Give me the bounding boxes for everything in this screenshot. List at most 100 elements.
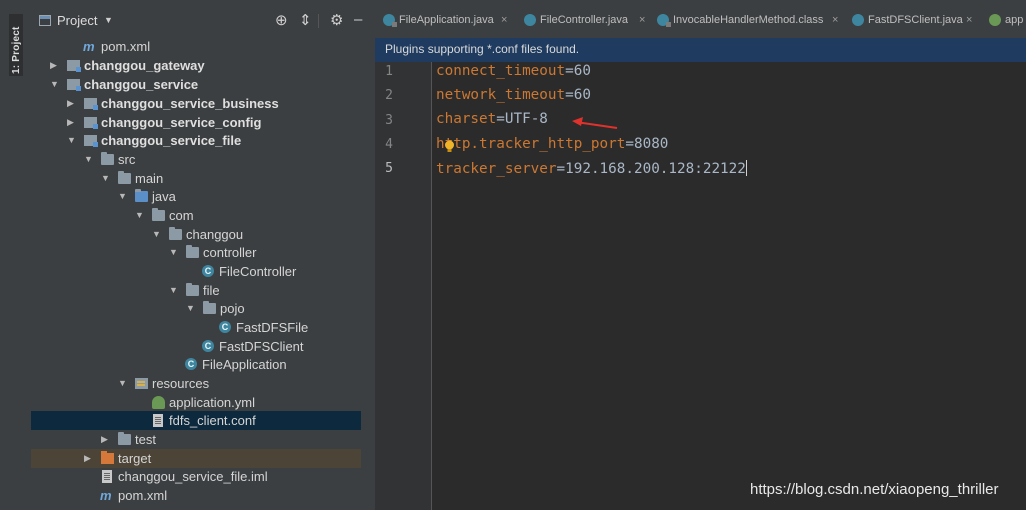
tree-item-label: test xyxy=(135,432,156,447)
collapse-arrow-icon[interactable]: ▼ xyxy=(118,187,127,206)
tree-item-main[interactable]: ▼ main xyxy=(31,169,375,188)
tree-item-changgou[interactable]: ▼ changgou xyxy=(31,225,375,244)
yml-file-icon xyxy=(152,396,165,409)
collapse-arrow-icon[interactable]: ▼ xyxy=(101,169,110,188)
project-panel-title[interactable]: Project xyxy=(57,13,97,28)
tab-fileapplication[interactable]: FileApplication.java × xyxy=(383,0,513,38)
collapse-arrow-icon[interactable]: ▼ xyxy=(118,374,127,393)
close-icon[interactable]: × xyxy=(501,0,507,40)
chevron-down-icon[interactable]: ▼ xyxy=(104,15,113,25)
property-value: UTF-8 xyxy=(504,111,548,127)
property-value: 192.168.200.128:22122 xyxy=(565,161,746,177)
tree-item-java[interactable]: ▼ java xyxy=(31,187,375,206)
collapse-all-icon[interactable]: ⇕ xyxy=(299,11,312,29)
tree-item-fdfs-client-conf[interactable]: fdfs_client.conf xyxy=(31,411,361,430)
property-key: network_timeout xyxy=(436,87,566,103)
tree-item-filecontroller[interactable]: C FileController xyxy=(31,262,375,281)
tree-item-pom-xml-2[interactable]: m pom.xml xyxy=(31,486,375,505)
class-icon xyxy=(852,14,864,26)
text-file-icon xyxy=(153,414,163,427)
collapse-arrow-icon[interactable]: ▼ xyxy=(67,131,76,150)
class-icon: C xyxy=(202,340,214,352)
tree-item-com[interactable]: ▼ com xyxy=(31,206,375,225)
property-value: 60 xyxy=(573,87,591,103)
tree-item-label: FastDFSClient xyxy=(219,339,304,354)
collapse-arrow-icon[interactable]: ▼ xyxy=(152,225,161,244)
project-tool-window-label[interactable]: 1: Project xyxy=(11,26,22,74)
expand-arrow-icon[interactable]: ▶ xyxy=(101,430,108,449)
project-view-icon xyxy=(39,15,51,26)
module-icon xyxy=(67,60,81,72)
tab-filecontroller[interactable]: FileController.java × xyxy=(524,0,652,38)
tree-item-fastdfsfile[interactable]: C FastDFSFile xyxy=(31,318,375,337)
equals-sign: = xyxy=(565,87,574,103)
code-line[interactable]: connect_timeout=60 xyxy=(436,63,591,79)
lightbulb-icon[interactable] xyxy=(444,140,455,153)
tree-item-pom-xml[interactable]: m pom.xml xyxy=(31,37,375,56)
tree-item-target[interactable]: ▶ target xyxy=(31,449,361,468)
tree-item-changgou-service-file[interactable]: ▼ changgou_service_file xyxy=(31,131,375,150)
tree-item-label: target xyxy=(118,451,152,466)
close-icon[interactable]: × xyxy=(639,0,645,40)
tab-app-truncated[interactable]: app xyxy=(989,0,1026,38)
code-line[interactable]: http.tracker_http_port=8080 xyxy=(436,136,668,152)
tab-invocablehandlermethod[interactable]: InvocableHandlerMethod.class × xyxy=(657,0,847,38)
tab-label: FastDFSClient.java xyxy=(868,14,963,26)
yml-file-icon xyxy=(989,14,1001,26)
tree-item-iml[interactable]: changgou_service_file.iml xyxy=(31,467,375,486)
tree-item-fastdfsclient[interactable]: C FastDFSClient xyxy=(31,337,375,356)
tree-item-changgou-service[interactable]: ▼ changgou_service xyxy=(31,75,375,94)
line-number: 3 xyxy=(385,113,393,128)
collapse-arrow-icon[interactable]: ▼ xyxy=(50,75,59,94)
code-line[interactable]: network_timeout=60 xyxy=(436,87,591,103)
hide-icon[interactable]: – xyxy=(354,11,362,28)
tree-item-controller[interactable]: ▼ controller xyxy=(31,243,375,262)
gear-icon[interactable]: ⚙ xyxy=(330,11,343,29)
tree-item-changgou-service-business[interactable]: ▶ changgou_service_business xyxy=(31,94,375,113)
code-line[interactable]: charset=UTF-8 xyxy=(436,111,548,127)
tree-item-label: com xyxy=(169,208,194,223)
tab-fastdfsclient[interactable]: FastDFSClient.java × xyxy=(852,0,977,38)
collapse-arrow-icon[interactable]: ▼ xyxy=(135,206,144,225)
class-icon xyxy=(524,14,536,26)
close-icon[interactable]: × xyxy=(832,0,838,40)
tree-item-label: src xyxy=(118,152,136,167)
expand-arrow-icon[interactable]: ▶ xyxy=(84,449,91,468)
project-panel: Project ▼ ⊕ ⇕ ⚙ – m pom.xml ▶ changgou_g… xyxy=(31,0,375,510)
expand-arrow-icon[interactable]: ▶ xyxy=(67,94,74,113)
tree-item-label: changgou_service_business xyxy=(101,96,279,111)
tree-item-resources[interactable]: ▼ resources xyxy=(31,374,375,393)
collapse-arrow-icon[interactable]: ▼ xyxy=(169,281,178,300)
tree-item-label: java xyxy=(152,189,176,204)
tree-item-label: changgou_gateway xyxy=(84,58,205,73)
tree-item-fileapplication[interactable]: C FileApplication xyxy=(31,355,375,374)
module-icon xyxy=(84,135,98,147)
expand-arrow-icon[interactable]: ▶ xyxy=(50,56,57,75)
tree-item-application-yml[interactable]: application.yml xyxy=(31,393,375,412)
tree-item-src[interactable]: ▼ src xyxy=(31,150,375,169)
tree-item-changgou-gateway[interactable]: ▶ changgou_gateway xyxy=(31,56,375,75)
header-divider xyxy=(318,14,319,28)
tree-item-label: changgou xyxy=(186,227,244,242)
tree-item-test[interactable]: ▶ test xyxy=(31,430,375,449)
collapse-arrow-icon[interactable]: ▼ xyxy=(169,243,178,262)
code-line[interactable]: tracker_server=192.168.200.128:22122 xyxy=(436,160,747,177)
tree-item-pojo[interactable]: ▼ pojo xyxy=(31,299,375,318)
collapse-arrow-icon[interactable]: ▼ xyxy=(84,150,93,169)
tree-item-file[interactable]: ▼ file xyxy=(31,281,375,300)
collapse-arrow-icon[interactable]: ▼ xyxy=(186,299,195,318)
source-folder-icon xyxy=(135,189,148,202)
locate-icon[interactable]: ⊕ xyxy=(275,11,288,29)
plugin-notification-bar[interactable]: Plugins supporting *.conf files found. xyxy=(375,38,1026,62)
tree-item-changgou-service-config[interactable]: ▶ changgou_service_config xyxy=(31,113,375,132)
tree-item-label: changgou_service_file xyxy=(101,133,242,148)
module-icon xyxy=(84,117,98,129)
tool-window-stripe: 1: Project xyxy=(0,0,32,510)
expand-arrow-icon[interactable]: ▶ xyxy=(67,113,74,132)
close-icon[interactable]: × xyxy=(966,0,972,40)
tree-item-label: file xyxy=(203,283,220,298)
tree-item-label: pojo xyxy=(220,301,245,316)
property-key: http.tracker_http_port xyxy=(436,136,626,152)
tab-label: FileApplication.java xyxy=(399,14,494,26)
equals-sign: = xyxy=(565,63,574,79)
